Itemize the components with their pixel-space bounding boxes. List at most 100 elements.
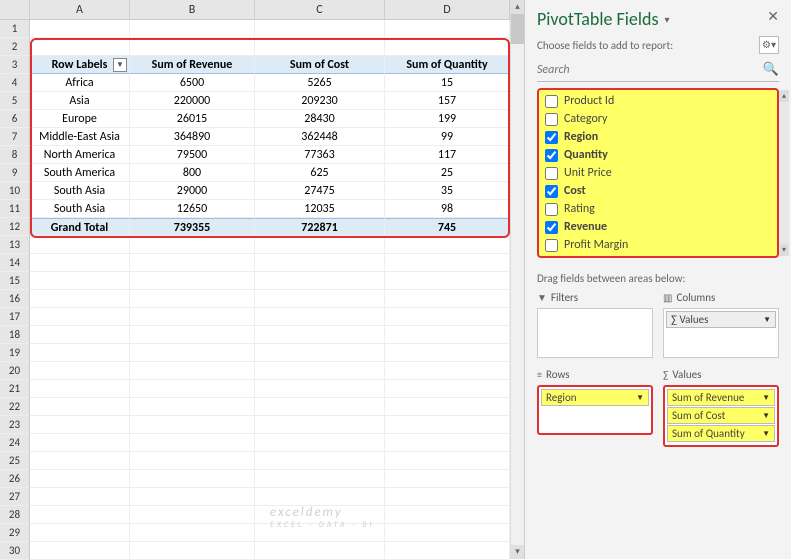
row-header[interactable]: 10 <box>0 182 30 200</box>
cell[interactable] <box>30 20 130 38</box>
cell[interactable] <box>255 362 385 380</box>
cell[interactable]: Row Labels▼ <box>30 56 130 74</box>
cell[interactable] <box>30 236 130 254</box>
cell[interactable] <box>30 542 130 560</box>
cell[interactable]: 77363 <box>255 146 385 164</box>
cell[interactable]: 157 <box>385 92 510 110</box>
chevron-down-icon[interactable]: ▼ <box>636 393 644 403</box>
values-pill[interactable]: Sum of Quantity▼ <box>667 425 775 442</box>
cell[interactable]: 209230 <box>255 92 385 110</box>
cell[interactable] <box>385 452 510 470</box>
cell[interactable]: Grand Total <box>30 218 130 236</box>
cell[interactable] <box>255 452 385 470</box>
cell[interactable] <box>30 488 130 506</box>
cell[interactable] <box>385 488 510 506</box>
cell[interactable]: 79500 <box>130 146 255 164</box>
field-checkbox[interactable] <box>545 149 558 162</box>
cell[interactable]: Sum of Revenue <box>130 56 255 74</box>
row-header[interactable]: 17 <box>0 308 30 326</box>
search-input[interactable] <box>537 63 763 77</box>
row-header[interactable]: 7 <box>0 128 30 146</box>
cell[interactable] <box>130 398 255 416</box>
row-labels-dropdown[interactable]: ▼ <box>113 58 127 72</box>
cell[interactable] <box>255 380 385 398</box>
scroll-up-icon[interactable]: ▴ <box>511 0 524 14</box>
cell[interactable] <box>130 452 255 470</box>
field-checkbox[interactable] <box>545 203 558 216</box>
cell[interactable] <box>385 542 510 560</box>
row-header[interactable]: 4 <box>0 74 30 92</box>
field-item[interactable]: Revenue <box>539 218 777 236</box>
cell[interactable] <box>130 236 255 254</box>
scroll-thumb[interactable] <box>511 14 524 44</box>
cell[interactable] <box>130 290 255 308</box>
cell[interactable] <box>30 308 130 326</box>
cell[interactable] <box>385 254 510 272</box>
cell[interactable]: 739355 <box>130 218 255 236</box>
cell[interactable] <box>130 272 255 290</box>
row-header[interactable]: 2 <box>0 38 30 56</box>
cell[interactable]: 26015 <box>130 110 255 128</box>
cell[interactable] <box>130 488 255 506</box>
cell[interactable] <box>30 470 130 488</box>
scroll-down-icon[interactable]: ▾ <box>779 244 789 256</box>
cell[interactable] <box>30 506 130 524</box>
cell[interactable] <box>130 434 255 452</box>
row-header[interactable]: 1 <box>0 20 30 38</box>
field-item[interactable]: Product Id <box>539 92 777 110</box>
columns-dropzone[interactable]: ∑ Values▼ <box>663 308 779 358</box>
cell[interactable] <box>255 470 385 488</box>
row-header[interactable]: 30 <box>0 542 30 560</box>
cell[interactable]: 29000 <box>130 182 255 200</box>
cell[interactable] <box>255 398 385 416</box>
cell[interactable]: 25 <box>385 164 510 182</box>
cell[interactable] <box>385 380 510 398</box>
cell[interactable]: Africa <box>30 74 130 92</box>
cell[interactable]: Sum of Cost <box>255 56 385 74</box>
values-pill[interactable]: Sum of Cost▼ <box>667 407 775 424</box>
cell[interactable] <box>255 488 385 506</box>
cell[interactable] <box>385 290 510 308</box>
field-checkbox[interactable] <box>545 167 558 180</box>
field-checkbox[interactable] <box>545 185 558 198</box>
field-item[interactable]: Category <box>539 110 777 128</box>
gear-icon[interactable]: ⚙▾ <box>759 36 779 54</box>
cell[interactable] <box>255 254 385 272</box>
cell[interactable]: 722871 <box>255 218 385 236</box>
cell[interactable]: 364890 <box>130 128 255 146</box>
search-field[interactable]: 🔍 <box>537 62 779 82</box>
cell[interactable]: South Asia <box>30 182 130 200</box>
row-header[interactable]: 27 <box>0 488 30 506</box>
cell[interactable] <box>255 326 385 344</box>
field-checkbox[interactable] <box>545 239 558 252</box>
field-checkbox[interactable] <box>545 113 558 126</box>
rows-pill-region[interactable]: Region▼ <box>541 389 649 406</box>
cell[interactable] <box>30 272 130 290</box>
row-header[interactable]: 28 <box>0 506 30 524</box>
field-item[interactable]: Profit Margin <box>539 236 777 254</box>
row-header[interactable]: 25 <box>0 452 30 470</box>
cell[interactable] <box>130 416 255 434</box>
row-header[interactable]: 14 <box>0 254 30 272</box>
cell[interactable] <box>30 416 130 434</box>
field-checkbox[interactable] <box>545 95 558 108</box>
row-header[interactable]: 16 <box>0 290 30 308</box>
close-icon[interactable]: ✕ <box>767 8 779 25</box>
cell[interactable]: 117 <box>385 146 510 164</box>
cell[interactable] <box>255 416 385 434</box>
cell[interactable] <box>255 434 385 452</box>
field-checkbox[interactable] <box>545 221 558 234</box>
chevron-down-icon[interactable]: ▾ <box>665 13 670 26</box>
row-header[interactable]: 19 <box>0 344 30 362</box>
cell[interactable]: 99 <box>385 128 510 146</box>
cell[interactable]: 800 <box>130 164 255 182</box>
cell[interactable] <box>130 326 255 344</box>
row-header[interactable]: 15 <box>0 272 30 290</box>
cell[interactable] <box>385 434 510 452</box>
field-item[interactable]: Unit Price <box>539 164 777 182</box>
cell[interactable]: Middle-East Asia <box>30 128 130 146</box>
cell[interactable] <box>385 524 510 542</box>
cell[interactable] <box>130 362 255 380</box>
row-header[interactable]: 18 <box>0 326 30 344</box>
cell[interactable] <box>130 524 255 542</box>
